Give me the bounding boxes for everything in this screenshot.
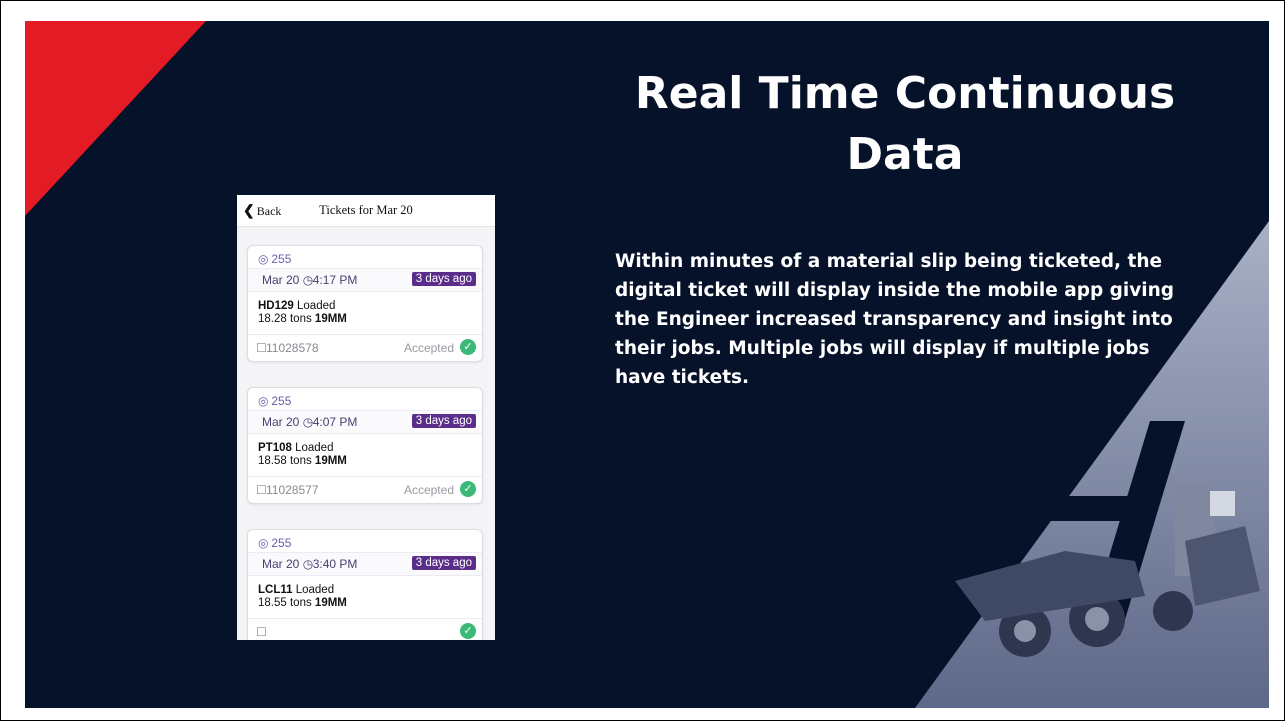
bookmark-icon: ☐ <box>256 483 267 497</box>
ticket-number: 11028578 <box>266 341 319 355</box>
ticket-state: Accepted <box>403 483 454 497</box>
check-circle-icon: ✓ <box>460 623 476 639</box>
bookmark-icon: ☐ <box>256 625 267 639</box>
ticket-material: 19MM <box>314 313 347 325</box>
clock-icon: ◷ <box>302 415 314 429</box>
truck-id: LCL11 <box>258 584 293 596</box>
tickets-header-title: Tickets for Mar 20 <box>319 203 413 217</box>
location-pin-icon: ◎ <box>258 252 269 266</box>
ticket-time: 4:17 PM <box>312 273 358 287</box>
ticket-material: 19MM <box>314 455 347 467</box>
location-pin-icon: ◎ <box>258 536 269 550</box>
truck-status: Loaded <box>295 584 335 596</box>
ticket-card[interactable]: ◎ 255 Mar 20 ◷3:40 PM 3 days ago LCL11 Lo… <box>247 529 483 640</box>
ticket-tons: 18.28 tons <box>258 313 312 325</box>
truck-status: Loaded <box>295 442 334 454</box>
ticket-tons: 18.55 tons <box>258 597 312 609</box>
check-circle-icon: ✓ <box>460 339 476 355</box>
phone-nav-bar: ❮ Back Tickets for Mar 20 <box>237 195 495 227</box>
ticket-material: 19MM <box>314 597 347 609</box>
age-badge: 3 days ago <box>411 556 476 570</box>
ticket-time: 4:07 PM <box>312 415 358 429</box>
ticket-site: 255 <box>271 394 292 408</box>
slide-title: Real Time Continuous Data <box>634 68 1176 180</box>
ticket-date: Mar 20 <box>262 273 300 287</box>
ticket-time: 3:40 PM <box>312 557 358 571</box>
clock-icon: ◷ <box>302 557 314 571</box>
truck-status: Loaded <box>297 300 336 312</box>
ticket-state: Accepted <box>403 341 454 355</box>
age-badge: 3 days ago <box>411 414 476 428</box>
slide: Real Time Continuous Data Within minutes… <box>25 21 1269 708</box>
check-circle-icon: ✓ <box>460 481 476 497</box>
ticket-card[interactable]: ◎ 255 Mar 20 ◷4:07 PM 3 days ago PT108 Lo… <box>247 387 483 504</box>
slide-body-text: Within minutes of a material slip being … <box>615 251 1175 388</box>
ticket-number: 11028577 <box>266 483 319 497</box>
truck-id: PT108 <box>258 442 292 454</box>
age-badge: 3 days ago <box>411 272 476 286</box>
ticket-date: Mar 20 <box>262 557 300 571</box>
clock-icon: ◷ <box>302 273 314 287</box>
ticket-site: 255 <box>271 252 292 266</box>
bookmark-icon: ☐ <box>256 341 267 355</box>
ticket-tons: 18.58 tons <box>258 455 312 467</box>
ticket-card[interactable]: ◎ 255 Mar 20 ◷4:17 PM 3 days ago HD129 Lo… <box>247 245 483 362</box>
ticket-site: 255 <box>271 536 292 550</box>
location-pin-icon: ◎ <box>258 394 269 408</box>
ticket-date: Mar 20 <box>262 415 300 429</box>
phone-screenshot: ❮ Back Tickets for Mar 20 ◎ 255 Mar 20 ◷4… <box>237 195 495 640</box>
truck-id: HD129 <box>258 300 294 312</box>
